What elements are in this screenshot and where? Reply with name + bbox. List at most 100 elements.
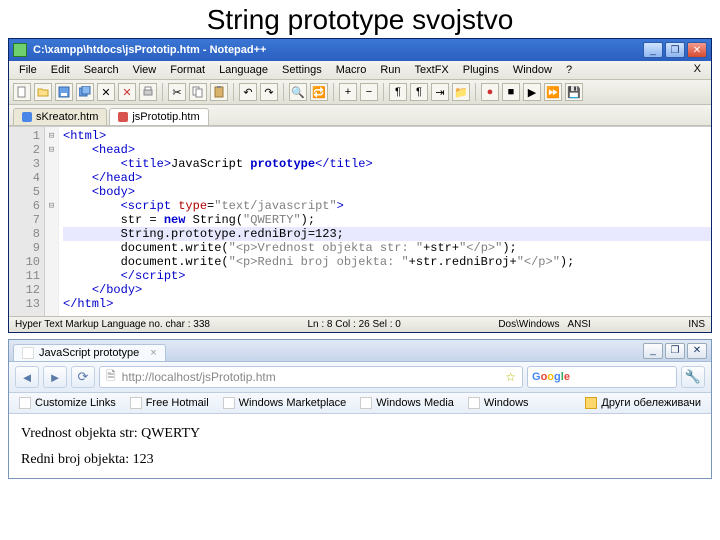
indent-guide-icon[interactable]: ⇥ <box>431 83 449 101</box>
browser-maximize-button[interactable]: ❐ <box>665 343 685 359</box>
code-area[interactable]: <html> <head> <title>JavaScript prototyp… <box>59 127 711 316</box>
notepadpp-window: C:\xampp\htdocs\jsPrototip.htm - Notepad… <box>8 38 712 333</box>
wordwrap-icon[interactable]: ¶ <box>389 83 407 101</box>
menu-language[interactable]: Language <box>213 63 274 77</box>
tab-jsprototip[interactable]: jsPrototip.htm <box>109 108 208 125</box>
play-macro-icon[interactable]: ▶ <box>523 83 541 101</box>
folder-icon[interactable]: 📁 <box>452 83 470 101</box>
status-language: Hyper Text Markup Language no. char : 33… <box>15 319 210 330</box>
menu-plugins[interactable]: Plugins <box>457 63 505 77</box>
bookmark-label: Windows Media <box>376 397 454 409</box>
line-number-gutter: 12345678910111213 <box>9 127 45 316</box>
page-favicon-icon <box>22 347 34 359</box>
browser-window: JavaScript prototype × _ ❐ ✕ ◄ ► ⟳ 🗎 htt… <box>8 339 712 479</box>
bookmark-label: Други обележивачи <box>601 397 701 409</box>
menu-file[interactable]: File <box>13 63 43 77</box>
bookmark-icon <box>223 397 235 409</box>
tab-label: sKreator.htm <box>36 111 98 123</box>
menu-window[interactable]: Window <box>507 63 558 77</box>
npp-editor[interactable]: 12345678910111213 ⊟⊟ ⊟ <html> <head> <ti… <box>9 126 711 316</box>
url-bar[interactable]: 🗎 http://localhost/jsPrototip.htm ☆ <box>99 366 523 388</box>
close-all-icon[interactable]: ✕ <box>118 83 136 101</box>
close-button[interactable]: ✕ <box>687 42 707 58</box>
save-macro-icon[interactable]: 💾 <box>565 83 583 101</box>
paste-icon[interactable] <box>210 83 228 101</box>
menu-macro[interactable]: Macro <box>330 63 373 77</box>
tab-close-icon[interactable]: × <box>150 347 156 359</box>
record-macro-icon[interactable]: ● <box>481 83 499 101</box>
zoom-in-icon[interactable]: + <box>339 83 357 101</box>
bookmark-label: Windows <box>484 397 529 409</box>
npp-app-icon <box>13 43 27 57</box>
slide-title: String prototype svojstvo <box>0 0 720 38</box>
replace-icon[interactable]: 🔁 <box>310 83 328 101</box>
cut-icon[interactable]: ✂ <box>168 83 186 101</box>
output-line-2: Redni broj objekta: 123 <box>21 452 699 468</box>
menu-close-doc[interactable]: X <box>688 63 707 77</box>
status-eol: Dos\Windows <box>498 319 559 330</box>
menu-help[interactable]: ? <box>560 63 578 77</box>
browser-close-button[interactable]: ✕ <box>687 343 707 359</box>
browser-page-content: Vrednost objekta str: QWERTY Redni broj … <box>9 414 711 478</box>
menu-textfx[interactable]: TextFX <box>409 63 455 77</box>
zoom-out-icon[interactable]: − <box>360 83 378 101</box>
show-all-chars-icon[interactable]: ¶ <box>410 83 428 101</box>
browser-tab[interactable]: JavaScript prototype × <box>13 344 166 361</box>
close-doc-icon[interactable]: ✕ <box>97 83 115 101</box>
fold-gutter[interactable]: ⊟⊟ ⊟ <box>45 127 59 316</box>
browser-toolbar: ◄ ► ⟳ 🗎 http://localhost/jsPrototip.htm … <box>9 362 711 393</box>
stop-macro-icon[interactable]: ■ <box>502 83 520 101</box>
wrench-menu-icon[interactable]: 🔧 <box>681 366 705 388</box>
tab-skreator[interactable]: sKreator.htm <box>13 108 107 125</box>
bookmark-label: Free Hotmail <box>146 397 209 409</box>
bookmark-star-icon[interactable]: ☆ <box>505 370 516 384</box>
bookmark-label: Customize Links <box>35 397 116 409</box>
npp-titlebar[interactable]: C:\xampp\htdocs\jsPrototip.htm - Notepad… <box>9 39 711 61</box>
back-button[interactable]: ◄ <box>15 366 39 388</box>
menu-format[interactable]: Format <box>164 63 211 77</box>
bookmark-customize-links[interactable]: Customize Links <box>15 396 120 410</box>
bookmark-windows-marketplace[interactable]: Windows Marketplace <box>219 396 351 410</box>
menu-edit[interactable]: Edit <box>45 63 76 77</box>
status-mode: INS <box>688 319 705 330</box>
tab-label: jsPrototip.htm <box>132 111 199 123</box>
npp-toolbar: ✕ ✕ ✂ ↶ ↷ 🔍 🔁 + − ¶ ¶ ⇥ 📁 ● ■ ▶ ⏩ 💾 <box>9 80 711 105</box>
bookmark-free-hotmail[interactable]: Free Hotmail <box>126 396 213 410</box>
new-file-icon[interactable] <box>13 83 31 101</box>
menu-view[interactable]: View <box>127 63 163 77</box>
url-text: http://localhost/jsPrototip.htm <box>122 370 276 384</box>
maximize-button[interactable]: ❐ <box>665 42 685 58</box>
bookmark-windows-media[interactable]: Windows Media <box>356 396 458 410</box>
redo-icon[interactable]: ↷ <box>260 83 278 101</box>
forward-button[interactable]: ► <box>43 366 67 388</box>
site-info-icon[interactable]: 🗎 <box>106 367 116 388</box>
menu-run[interactable]: Run <box>374 63 406 77</box>
status-position: Ln : 8 Col : 26 Sel : 0 <box>307 319 400 330</box>
bookmark-icon <box>360 397 372 409</box>
browser-tab-title: JavaScript prototype <box>39 347 139 359</box>
browser-minimize-button[interactable]: _ <box>643 343 663 359</box>
reload-button[interactable]: ⟳ <box>71 366 95 388</box>
npp-statusbar: Hyper Text Markup Language no. char : 33… <box>9 316 711 332</box>
play-multi-icon[interactable]: ⏩ <box>544 83 562 101</box>
open-file-icon[interactable] <box>34 83 52 101</box>
bookmark-label: Windows Marketplace <box>239 397 347 409</box>
bookmarks-bar: Customize Links Free Hotmail Windows Mar… <box>9 393 711 414</box>
save-icon[interactable] <box>55 83 73 101</box>
bookmark-windows[interactable]: Windows <box>464 396 533 410</box>
browser-titlebar[interactable]: JavaScript prototype × _ ❐ ✕ <box>9 340 711 362</box>
save-all-icon[interactable] <box>76 83 94 101</box>
search-box[interactable]: Google <box>527 366 677 388</box>
menu-settings[interactable]: Settings <box>276 63 328 77</box>
print-icon[interactable] <box>139 83 157 101</box>
menu-search[interactable]: Search <box>78 63 125 77</box>
other-bookmarks-folder[interactable]: Други обележивачи <box>581 396 705 410</box>
npp-menubar: File Edit Search View Format Language Se… <box>9 61 711 80</box>
find-icon[interactable]: 🔍 <box>289 83 307 101</box>
folder-icon <box>585 397 597 409</box>
undo-icon[interactable]: ↶ <box>239 83 257 101</box>
minimize-button[interactable]: _ <box>643 42 663 58</box>
copy-icon[interactable] <box>189 83 207 101</box>
file-modified-icon <box>118 112 128 122</box>
output-line-1: Vrednost objekta str: QWERTY <box>21 426 699 442</box>
